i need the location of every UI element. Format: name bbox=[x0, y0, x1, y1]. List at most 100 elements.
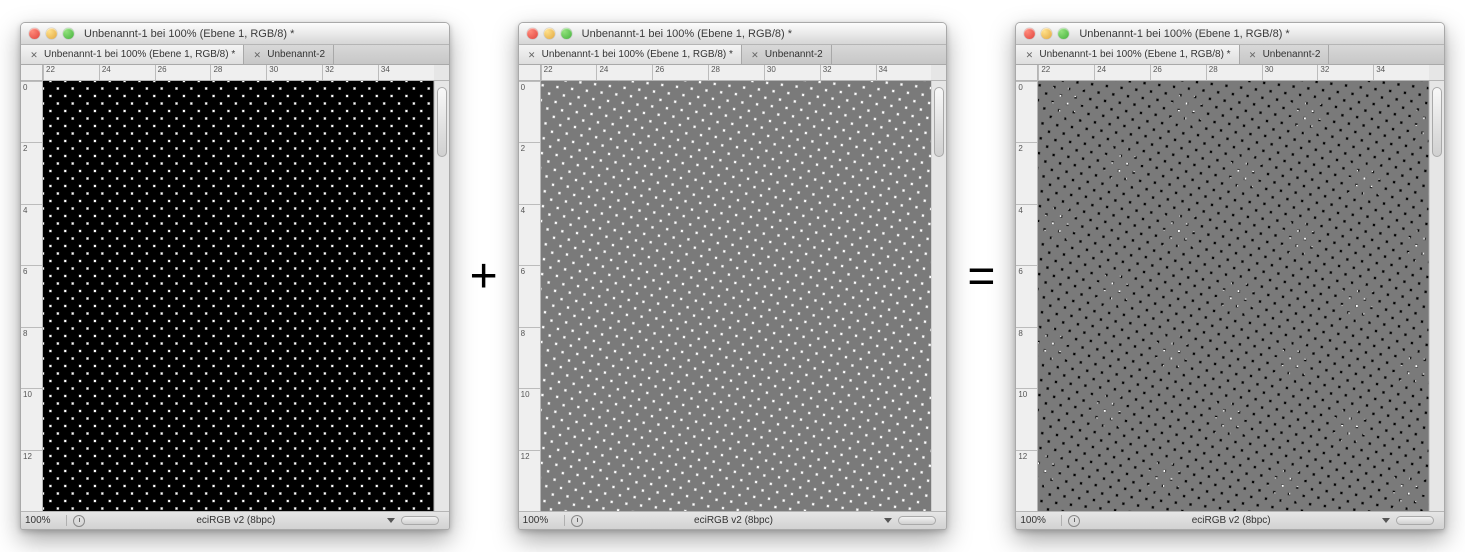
minimize-icon[interactable] bbox=[544, 28, 555, 39]
scroll-thumb[interactable] bbox=[1432, 87, 1442, 157]
ruler-vertical[interactable]: 0 2 4 6 8 10 12 bbox=[519, 81, 541, 511]
close-tab-icon[interactable]: ✕ bbox=[527, 50, 537, 60]
document-tab[interactable]: ✕ Unbenannt-2 bbox=[742, 45, 832, 64]
document-tabbar: ✕ Unbenannt-1 bei 100% (Ebene 1, RGB/8) … bbox=[519, 45, 947, 65]
ruler-tick: 6 bbox=[21, 265, 42, 326]
ruler-tick: 12 bbox=[21, 450, 42, 511]
canvas[interactable] bbox=[541, 81, 932, 511]
zoom-level[interactable]: 100% bbox=[25, 515, 67, 526]
workarea: 22 24 26 28 30 32 34 0 2 4 6 8 10 12 bbox=[519, 65, 947, 511]
chevron-right-icon[interactable] bbox=[884, 518, 892, 523]
minimize-icon[interactable] bbox=[46, 28, 57, 39]
ruler-origin[interactable] bbox=[519, 65, 541, 81]
close-tab-icon[interactable]: ✕ bbox=[1248, 50, 1258, 60]
close-icon[interactable] bbox=[29, 28, 40, 39]
zoom-icon[interactable] bbox=[1058, 28, 1069, 39]
close-tab-icon[interactable]: ✕ bbox=[29, 50, 39, 60]
vertical-scrollbar[interactable] bbox=[434, 81, 449, 511]
horizontal-scroll-thumb[interactable] bbox=[1396, 516, 1434, 525]
titlebar[interactable]: Unbenannt-1 bei 100% (Ebene 1, RGB/8) * bbox=[519, 23, 947, 45]
ruler-tick: 26 bbox=[652, 65, 708, 80]
window-title: Unbenannt-1 bei 100% (Ebene 1, RGB/8) * bbox=[80, 28, 441, 40]
tab-label: Unbenannt-2 bbox=[1263, 49, 1321, 60]
ruler-tick: 26 bbox=[1150, 65, 1206, 80]
zoom-level[interactable]: 100% bbox=[1020, 515, 1062, 526]
ruler-tick: 34 bbox=[876, 65, 932, 80]
ruler-tick: 4 bbox=[519, 204, 540, 265]
ruler-tick: 32 bbox=[322, 65, 378, 80]
zoom-icon[interactable] bbox=[63, 28, 74, 39]
document-tabbar: ✕ Unbenannt-1 bei 100% (Ebene 1, RGB/8) … bbox=[21, 45, 449, 65]
ruler-tick: 0 bbox=[21, 81, 42, 142]
ruler-tick: 32 bbox=[820, 65, 876, 80]
chevron-right-icon[interactable] bbox=[1382, 518, 1390, 523]
vertical-scrollbar[interactable] bbox=[931, 81, 946, 511]
ruler-vertical[interactable]: 0 2 4 6 8 10 12 bbox=[1016, 81, 1038, 511]
horizontal-scroll-thumb[interactable] bbox=[401, 516, 439, 525]
zoom-level[interactable]: 100% bbox=[523, 515, 565, 526]
photoshop-window: Unbenannt-1 bei 100% (Ebene 1, RGB/8) * … bbox=[20, 22, 450, 530]
color-profile-label[interactable]: eciRGB v2 (8bpc) bbox=[91, 515, 381, 526]
ruler-tick: 6 bbox=[1016, 265, 1037, 326]
titlebar[interactable]: Unbenannt-1 bei 100% (Ebene 1, RGB/8) * bbox=[21, 23, 449, 45]
ruler-tick: 26 bbox=[155, 65, 211, 80]
ruler-tick: 28 bbox=[1206, 65, 1262, 80]
minimize-icon[interactable] bbox=[1041, 28, 1052, 39]
clock-icon[interactable] bbox=[571, 515, 583, 527]
close-tab-icon[interactable]: ✕ bbox=[750, 50, 760, 60]
tab-label: Unbenannt-1 bei 100% (Ebene 1, RGB/8) * bbox=[1039, 49, 1230, 60]
scroll-corner bbox=[931, 65, 946, 81]
close-tab-icon[interactable]: ✕ bbox=[252, 50, 262, 60]
ruler-horizontal[interactable]: 22 24 26 28 30 32 34 bbox=[43, 65, 434, 81]
ruler-tick: 12 bbox=[519, 450, 540, 511]
ruler-tick: 32 bbox=[1317, 65, 1373, 80]
ruler-tick: 24 bbox=[1094, 65, 1150, 80]
ruler-tick: 2 bbox=[21, 142, 42, 203]
chevron-right-icon[interactable] bbox=[387, 518, 395, 523]
canvas[interactable] bbox=[1038, 81, 1429, 511]
close-tab-icon[interactable]: ✕ bbox=[1024, 50, 1034, 60]
ruler-tick: 22 bbox=[43, 65, 99, 80]
ruler-tick: 4 bbox=[21, 204, 42, 265]
clock-icon[interactable] bbox=[1068, 515, 1080, 527]
tab-label: Unbenannt-1 bei 100% (Ebene 1, RGB/8) * bbox=[44, 49, 235, 60]
clock-icon[interactable] bbox=[73, 515, 85, 527]
close-icon[interactable] bbox=[1024, 28, 1035, 39]
close-icon[interactable] bbox=[527, 28, 538, 39]
window-title: Unbenannt-1 bei 100% (Ebene 1, RGB/8) * bbox=[1075, 28, 1436, 40]
ruler-tick: 12 bbox=[1016, 450, 1037, 511]
ruler-tick: 30 bbox=[266, 65, 322, 80]
color-profile-label[interactable]: eciRGB v2 (8bpc) bbox=[589, 515, 879, 526]
color-profile-label[interactable]: eciRGB v2 (8bpc) bbox=[1086, 515, 1376, 526]
titlebar[interactable]: Unbenannt-1 bei 100% (Ebene 1, RGB/8) * bbox=[1016, 23, 1444, 45]
statusbar: 100% eciRGB v2 (8bpc) bbox=[1016, 511, 1444, 529]
ruler-origin[interactable] bbox=[21, 65, 43, 81]
scroll-thumb[interactable] bbox=[934, 87, 944, 157]
ruler-vertical[interactable]: 0 2 4 6 8 10 12 bbox=[21, 81, 43, 511]
ruler-tick: 30 bbox=[764, 65, 820, 80]
halftone-pattern-icon bbox=[43, 81, 434, 511]
horizontal-scroll-thumb[interactable] bbox=[898, 516, 936, 525]
canvas[interactable] bbox=[43, 81, 434, 511]
traffic-lights bbox=[29, 28, 74, 39]
document-tab[interactable]: ✕ Unbenannt-1 bei 100% (Ebene 1, RGB/8) … bbox=[519, 45, 742, 64]
document-tab[interactable]: ✕ Unbenannt-2 bbox=[1240, 45, 1330, 64]
document-tab[interactable]: ✕ Unbenannt-1 bei 100% (Ebene 1, RGB/8) … bbox=[21, 45, 244, 64]
ruler-tick: 10 bbox=[519, 388, 540, 449]
traffic-lights bbox=[1024, 28, 1069, 39]
ruler-tick: 4 bbox=[1016, 204, 1037, 265]
ruler-tick: 24 bbox=[99, 65, 155, 80]
ruler-tick: 8 bbox=[21, 327, 42, 388]
document-tab[interactable]: ✕ Unbenannt-2 bbox=[244, 45, 334, 64]
ruler-tick: 8 bbox=[519, 327, 540, 388]
ruler-horizontal[interactable]: 22 24 26 28 30 32 34 bbox=[1038, 65, 1429, 81]
tab-label: Unbenannt-2 bbox=[267, 49, 325, 60]
scroll-thumb[interactable] bbox=[437, 87, 447, 157]
halftone-pattern-icon bbox=[541, 81, 932, 511]
scroll-corner bbox=[434, 65, 449, 81]
document-tab[interactable]: ✕ Unbenannt-1 bei 100% (Ebene 1, RGB/8) … bbox=[1016, 45, 1239, 64]
vertical-scrollbar[interactable] bbox=[1429, 81, 1444, 511]
zoom-icon[interactable] bbox=[561, 28, 572, 39]
ruler-origin[interactable] bbox=[1016, 65, 1038, 81]
ruler-horizontal[interactable]: 22 24 26 28 30 32 34 bbox=[541, 65, 932, 81]
